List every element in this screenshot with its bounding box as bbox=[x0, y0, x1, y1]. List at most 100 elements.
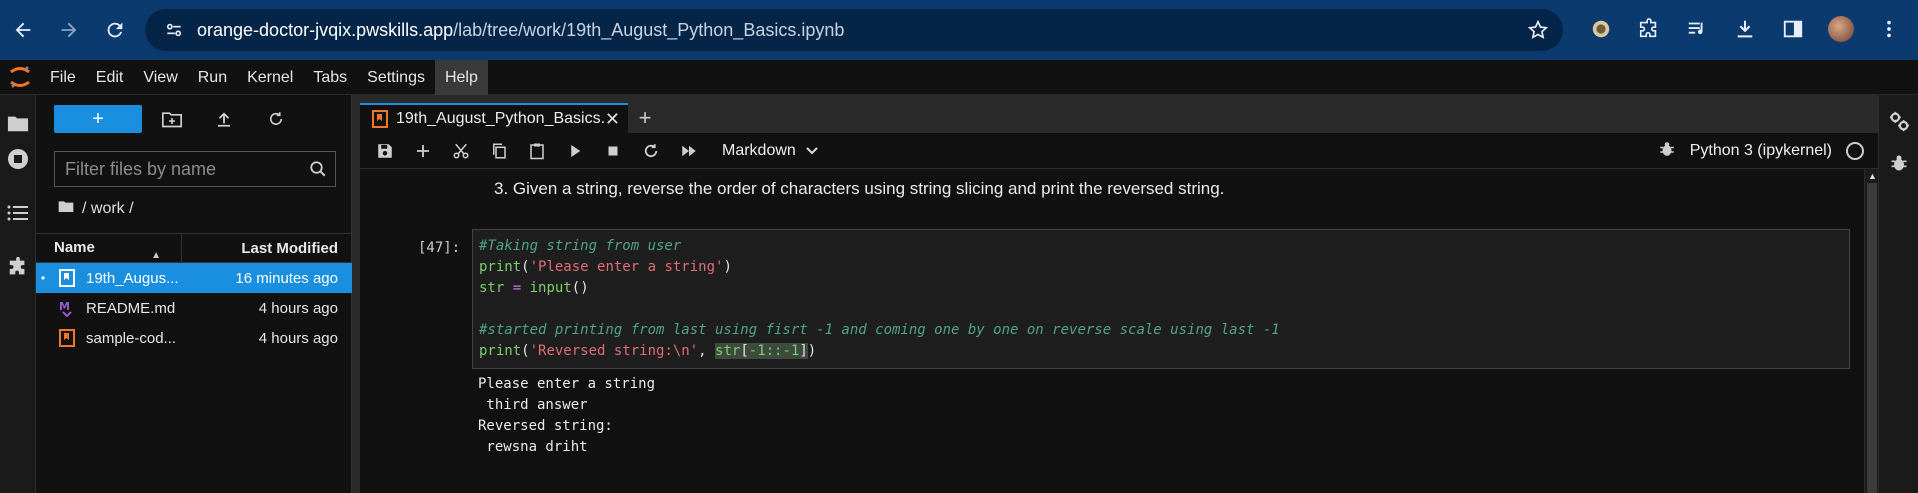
new-launcher-button[interactable]: + bbox=[54, 105, 142, 133]
upload-icon[interactable] bbox=[202, 105, 246, 133]
browser-toolbar: orange-doctor-jvqix.pwskills.app/lab/tre… bbox=[0, 0, 1918, 60]
output-line: Please enter a string bbox=[478, 376, 656, 392]
code-line: #started printing from last using fisrt … bbox=[479, 322, 1280, 338]
breadcrumb: / work / bbox=[58, 199, 134, 218]
kernel-status-icon bbox=[1846, 142, 1864, 160]
main-area: 19th_August_Python_Basics.i ✕ + Markdown… bbox=[360, 95, 1878, 493]
debugger-icon[interactable] bbox=[1658, 140, 1676, 163]
output-line: rewsna driht bbox=[478, 439, 588, 455]
new-folder-icon[interactable] bbox=[150, 105, 194, 133]
panel-resize-handle[interactable] bbox=[352, 95, 360, 493]
scrollbar-thumb[interactable] bbox=[1867, 183, 1877, 493]
tab-label: 19th_August_Python_Basics.i bbox=[396, 110, 606, 127]
tab-notebook[interactable]: 19th_August_Python_Basics.i ✕ bbox=[360, 103, 628, 133]
copy-icon[interactable] bbox=[480, 135, 518, 167]
folder-icon[interactable] bbox=[4, 109, 32, 137]
kernel-name[interactable]: Python 3 (ipykernel) bbox=[1690, 142, 1832, 160]
column-modified-header[interactable]: Last Modified bbox=[182, 240, 352, 257]
output-line: third answer bbox=[478, 397, 588, 413]
save-icon[interactable] bbox=[366, 135, 404, 167]
menu-help[interactable]: Help bbox=[434, 59, 488, 95]
menu-file[interactable]: File bbox=[40, 60, 86, 95]
reload-icon[interactable] bbox=[96, 11, 134, 49]
file-row[interactable]: M README.md 4 hours ago bbox=[36, 293, 352, 323]
menu-settings[interactable]: Settings bbox=[357, 60, 435, 95]
menu-run[interactable]: Run bbox=[188, 60, 237, 95]
insert-cell-icon[interactable] bbox=[404, 135, 442, 167]
notebook-toolbar: Markdown Python 3 (ipykernel) bbox=[360, 133, 1878, 169]
menu-tabs[interactable]: Tabs bbox=[303, 60, 357, 95]
add-tab-button[interactable]: + bbox=[630, 105, 660, 131]
extension-manager-icon[interactable] bbox=[4, 253, 32, 281]
file-name: README.md bbox=[86, 299, 176, 317]
output-line: Reversed string: bbox=[478, 418, 613, 434]
media-queue-icon[interactable] bbox=[1676, 10, 1718, 48]
bookmark-star-icon[interactable] bbox=[1527, 19, 1549, 46]
cell-type-dropdown[interactable]: Markdown bbox=[722, 142, 818, 160]
cell-output: Please enter a string third answer Revers… bbox=[478, 374, 655, 458]
file-modified: 16 minutes ago bbox=[235, 269, 338, 287]
address-bar[interactable]: orange-doctor-jvqix.pwskills.app/lab/tre… bbox=[145, 9, 1563, 51]
file-name: 19th_Augus... bbox=[86, 269, 179, 287]
menu-edit[interactable]: Edit bbox=[86, 60, 134, 95]
extension-translate-icon[interactable] bbox=[1580, 10, 1622, 48]
folder-icon[interactable] bbox=[58, 199, 74, 218]
paste-icon[interactable] bbox=[518, 135, 556, 167]
column-name-header[interactable]: Name ▲ bbox=[36, 233, 182, 263]
code-line: print('Please enter a string') bbox=[479, 259, 732, 275]
extensions-puzzle-icon[interactable] bbox=[1628, 10, 1670, 48]
menubar: File Edit View Run Kernel Tabs Settings … bbox=[0, 59, 1918, 95]
forward-arrow-icon[interactable] bbox=[50, 11, 88, 49]
close-icon[interactable]: ✕ bbox=[605, 109, 620, 130]
cut-icon[interactable] bbox=[442, 135, 480, 167]
file-row[interactable]: • 19th_Augus... 16 minutes ago bbox=[36, 263, 352, 293]
side-panel-icon[interactable] bbox=[1772, 10, 1814, 48]
refresh-icon[interactable] bbox=[254, 105, 298, 133]
property-inspector-icon[interactable] bbox=[1887, 109, 1911, 133]
run-all-icon[interactable] bbox=[670, 135, 708, 167]
markdown-cell[interactable]: 3. Given a string, reverse the order of … bbox=[494, 179, 1224, 199]
cell-type-value: Markdown bbox=[722, 141, 796, 159]
menu-view[interactable]: View bbox=[133, 60, 187, 95]
menu-kernel[interactable]: Kernel bbox=[237, 60, 303, 95]
code-line: #Taking string from user bbox=[479, 238, 682, 254]
run-icon[interactable] bbox=[556, 135, 594, 167]
notebook-panel: 3. Given a string, reverse the order of … bbox=[360, 169, 1864, 493]
download-icon[interactable] bbox=[1724, 10, 1766, 48]
vertical-scrollbar[interactable]: ▲ bbox=[1864, 169, 1878, 493]
scroll-up-icon[interactable]: ▲ bbox=[1868, 171, 1877, 181]
code-cell-editor[interactable]: #Taking string from user print('Please en… bbox=[472, 229, 1850, 369]
jupyter-logo-icon bbox=[0, 60, 40, 95]
breadcrumb-path[interactable]: / work / bbox=[82, 200, 134, 218]
kebab-menu-icon[interactable] bbox=[1868, 10, 1910, 48]
back-arrow-icon[interactable] bbox=[4, 11, 42, 49]
running-indicator-icon: • bbox=[40, 271, 46, 285]
table-of-contents-icon[interactable] bbox=[4, 199, 32, 227]
code-line: str = input() bbox=[479, 280, 589, 296]
file-modified: 4 hours ago bbox=[258, 299, 338, 317]
notebook-file-icon bbox=[56, 327, 78, 349]
filter-files-input[interactable] bbox=[55, 152, 295, 186]
debugger-icon[interactable] bbox=[1887, 151, 1911, 175]
restart-icon[interactable] bbox=[632, 135, 670, 167]
profile-avatar[interactable] bbox=[1820, 10, 1862, 48]
search-icon bbox=[309, 160, 327, 183]
site-info-icon[interactable] bbox=[159, 20, 189, 40]
file-list-header: Name ▲ Last Modified bbox=[36, 233, 352, 263]
running-kernels-icon[interactable] bbox=[4, 145, 32, 173]
notebook-file-icon bbox=[56, 267, 78, 289]
left-activity-bar bbox=[0, 95, 36, 493]
right-sidebar bbox=[1878, 95, 1918, 493]
notebook-tab-icon bbox=[372, 110, 388, 128]
url-text: orange-doctor-jvqix.pwskills.app/lab/tre… bbox=[197, 19, 845, 40]
markdown-file-icon: M bbox=[56, 297, 78, 319]
file-name: sample-cod... bbox=[86, 329, 177, 347]
chevron-down-icon bbox=[806, 142, 818, 160]
execution-count: [47]: bbox=[418, 240, 461, 256]
stop-icon[interactable] bbox=[594, 135, 632, 167]
file-modified: 4 hours ago bbox=[258, 329, 338, 347]
svg-text:M: M bbox=[59, 300, 70, 313]
file-row[interactable]: sample-cod... 4 hours ago bbox=[36, 323, 352, 353]
filter-files-field[interactable] bbox=[54, 151, 336, 187]
